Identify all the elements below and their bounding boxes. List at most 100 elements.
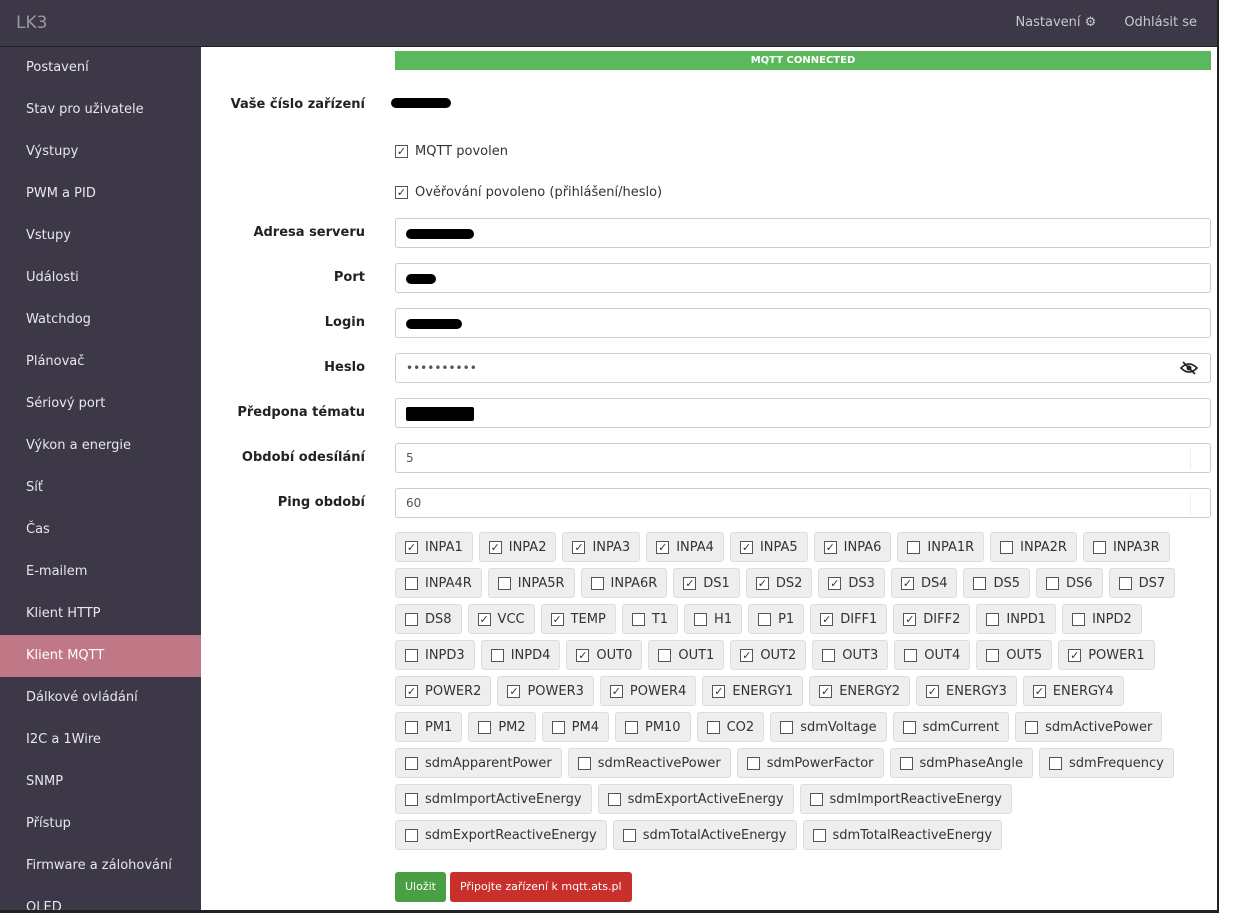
- sidebar-item[interactable]: Watchdog: [0, 299, 201, 341]
- channel-checkbox[interactable]: sdmExportActiveEnergy: [597, 784, 794, 814]
- channel-checkbox[interactable]: sdmPowerFactor: [736, 748, 884, 778]
- channel-checkbox[interactable]: INPA4R: [395, 568, 482, 598]
- sidebar-item[interactable]: Přístup: [0, 803, 201, 845]
- channel-checkbox[interactable]: INPA1R: [897, 532, 985, 562]
- channel-checkbox[interactable]: CO2: [696, 712, 765, 742]
- sidebar-item[interactable]: Dálkové ovládání: [0, 677, 201, 719]
- send-period-input[interactable]: 5: [395, 443, 1211, 473]
- channel-checkbox[interactable]: DS8: [395, 604, 462, 634]
- topic-prefix-input[interactable]: [395, 398, 1211, 428]
- channel-checkbox[interactable]: sdmVoltage: [770, 712, 887, 742]
- channel-checkbox[interactable]: OUT4: [894, 640, 971, 670]
- channel-checkbox[interactable]: sdmReactivePower: [567, 748, 731, 778]
- save-button[interactable]: Uložit: [395, 872, 446, 902]
- number-spinner[interactable]: [1190, 493, 1206, 515]
- login-input[interactable]: [395, 308, 1211, 338]
- sidebar-item[interactable]: PWM a PID: [0, 173, 201, 215]
- server-input[interactable]: [395, 218, 1211, 248]
- channel-checkbox[interactable]: sdmActivePower: [1015, 712, 1163, 742]
- channel-checkbox[interactable]: INPA3R: [1082, 532, 1170, 562]
- sidebar-item[interactable]: Stav pro uživatele: [0, 89, 201, 131]
- channel-checkbox[interactable]: DS6: [1036, 568, 1103, 598]
- channel-checkbox[interactable]: OUT5: [976, 640, 1053, 670]
- channel-checkbox[interactable]: DS5: [963, 568, 1031, 598]
- channel-checkbox[interactable]: sdmExportReactiveEnergy: [395, 820, 607, 850]
- sidebar-item[interactable]: Vstupy: [0, 215, 201, 257]
- sidebar-item[interactable]: Sériový port: [0, 383, 201, 425]
- channel-checkbox[interactable]: ✓ ENERGY3: [916, 676, 1017, 706]
- channel-checkbox[interactable]: H1: [684, 604, 743, 634]
- sidebar-item[interactable]: Síť: [0, 467, 201, 509]
- channel-checkbox[interactable]: ✓ INPA6: [813, 532, 892, 562]
- password-input[interactable]: ••••••••••: [395, 353, 1211, 383]
- port-input[interactable]: [395, 263, 1211, 293]
- channel-checkbox[interactable]: ✓ VCC: [467, 604, 535, 634]
- channel-checkbox[interactable]: PM4: [541, 712, 609, 742]
- channel-checkbox[interactable]: OUT3: [812, 640, 889, 670]
- channel-checkbox[interactable]: ✓ INPA3: [562, 532, 641, 562]
- channel-checkbox[interactable]: sdmFrequency: [1039, 748, 1174, 778]
- channel-checkbox[interactable]: ✓ POWER3: [497, 676, 594, 706]
- channel-checkbox[interactable]: ✓ DS1: [673, 568, 740, 598]
- channel-checkbox[interactable]: INPD2: [1062, 604, 1142, 634]
- channel-checkbox[interactable]: INPA6R: [580, 568, 668, 598]
- channel-checkbox[interactable]: ✓ POWER1: [1058, 640, 1155, 670]
- channel-checkbox[interactable]: ✓ INPA2: [478, 532, 557, 562]
- channel-checkbox[interactable]: ✓ POWER2: [395, 676, 492, 706]
- channel-checkbox[interactable]: ✓ ENERGY1: [702, 676, 804, 706]
- channel-checkbox[interactable]: sdmApparentPower: [395, 748, 562, 778]
- channel-checkbox[interactable]: ✓ INPA4: [646, 532, 724, 562]
- channel-checkbox[interactable]: ✓ DS3: [818, 568, 885, 598]
- channel-checkbox[interactable]: INPA2R: [990, 532, 1077, 562]
- settings-link[interactable]: Nastavení ⚙: [1015, 15, 1096, 30]
- sidebar-item[interactable]: Postavení: [0, 47, 201, 89]
- channel-checkbox[interactable]: DS7: [1108, 568, 1176, 598]
- sidebar-item[interactable]: Události: [0, 257, 201, 299]
- sidebar-item[interactable]: E-mailem: [0, 551, 201, 593]
- connect-mqtt-ats-button[interactable]: Připojte zařízení k mqtt.ats.pl: [449, 872, 632, 902]
- ping-period-input[interactable]: 60: [395, 488, 1211, 518]
- channel-checkbox[interactable]: ✓ INPA1: [395, 532, 473, 562]
- channel-checkbox[interactable]: INPA5R: [487, 568, 575, 598]
- sidebar-item[interactable]: Plánovač: [0, 341, 201, 383]
- sidebar-item[interactable]: SNMP: [0, 761, 201, 803]
- channel-checkbox[interactable]: ✓ DS2: [745, 568, 813, 598]
- sidebar-item[interactable]: Klient MQTT: [0, 635, 201, 677]
- channel-checkbox[interactable]: ✓ ENERGY4: [1022, 676, 1124, 706]
- channel-checkbox[interactable]: ✓ INPA5: [729, 532, 808, 562]
- channel-checkbox[interactable]: sdmImportReactiveEnergy: [799, 784, 1012, 814]
- channel-checkbox[interactable]: INPD3: [395, 640, 475, 670]
- channel-checkbox[interactable]: ✓ DIFF2: [893, 604, 971, 634]
- sidebar-item[interactable]: Firmware a zálohování: [0, 845, 201, 887]
- channel-checkbox[interactable]: ✓ DIFF1: [810, 604, 888, 634]
- channel-checkbox[interactable]: sdmCurrent: [892, 712, 1010, 742]
- channel-checkbox[interactable]: PM1: [395, 712, 463, 742]
- channel-checkbox[interactable]: ✓ TEMP: [540, 604, 616, 634]
- number-spinner[interactable]: [1190, 448, 1206, 470]
- channel-checkbox[interactable]: P1: [748, 604, 805, 634]
- channel-checkbox[interactable]: INPD1: [976, 604, 1057, 634]
- channel-checkbox[interactable]: INPD4: [480, 640, 561, 670]
- channel-checkbox[interactable]: ✓ POWER4: [599, 676, 697, 706]
- sidebar-item[interactable]: Čas: [0, 509, 201, 551]
- mqtt-enabled-checkbox[interactable]: ✓ MQTT povolen: [395, 144, 508, 159]
- channel-checkbox[interactable]: sdmTotalReactiveEnergy: [802, 820, 1003, 850]
- channel-checkbox[interactable]: T1: [621, 604, 679, 634]
- channel-checkbox[interactable]: sdmImportActiveEnergy: [395, 784, 592, 814]
- sidebar-item[interactable]: Klient HTTP: [0, 593, 201, 635]
- logout-link[interactable]: Odhlásit se: [1124, 15, 1197, 30]
- channel-checkbox[interactable]: sdmPhaseAngle: [889, 748, 1034, 778]
- channel-checkbox[interactable]: ✓ ENERGY2: [809, 676, 911, 706]
- auth-enabled-checkbox[interactable]: ✓ Ověřování povoleno (přihlášení/heslo): [395, 185, 662, 200]
- sidebar-item[interactable]: Výstupy: [0, 131, 201, 173]
- sidebar-item[interactable]: Výkon a energie: [0, 425, 201, 467]
- channel-checkbox[interactable]: ✓ DS4: [890, 568, 958, 598]
- channel-checkbox[interactable]: ✓ OUT0: [566, 640, 643, 670]
- channel-checkbox[interactable]: OUT1: [648, 640, 725, 670]
- channel-checkbox[interactable]: sdmTotalActiveEnergy: [612, 820, 797, 850]
- channel-checkbox[interactable]: PM2: [468, 712, 536, 742]
- eye-slash-icon[interactable]: [1180, 361, 1198, 375]
- channel-checkbox[interactable]: ✓ OUT2: [730, 640, 807, 670]
- channel-checkbox[interactable]: PM10: [614, 712, 691, 742]
- sidebar-item[interactable]: I2C a 1Wire: [0, 719, 201, 761]
